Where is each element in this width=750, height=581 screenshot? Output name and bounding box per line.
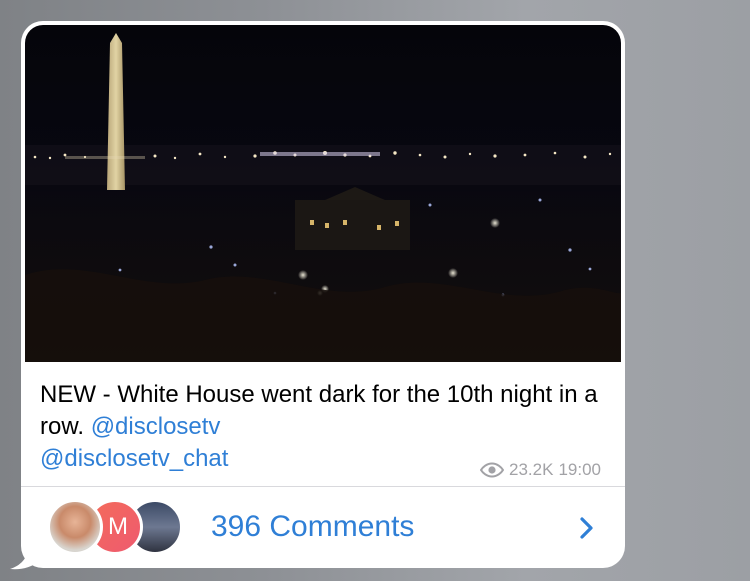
message-bubble: NEW - White House went dark for the 10th…	[21, 21, 625, 568]
post-time: 19:00	[558, 460, 601, 479]
view-count: 23.2K	[509, 460, 554, 479]
post-photo[interactable]	[25, 25, 621, 362]
avatar	[47, 499, 103, 555]
night-city-image	[25, 33, 621, 362]
eye-icon	[480, 462, 505, 478]
comments-link[interactable]: 396 Comments	[211, 510, 414, 544]
chevron-right-icon[interactable]	[579, 516, 595, 540]
comments-bar[interactable]: M 396 Comments	[21, 487, 625, 568]
mention-link-disclosetv[interactable]: @disclosetv	[91, 413, 221, 440]
post-meta: 23.2K 19:00	[480, 459, 601, 481]
mention-link-disclosetv-chat[interactable]: @disclosetv_chat	[40, 445, 228, 472]
